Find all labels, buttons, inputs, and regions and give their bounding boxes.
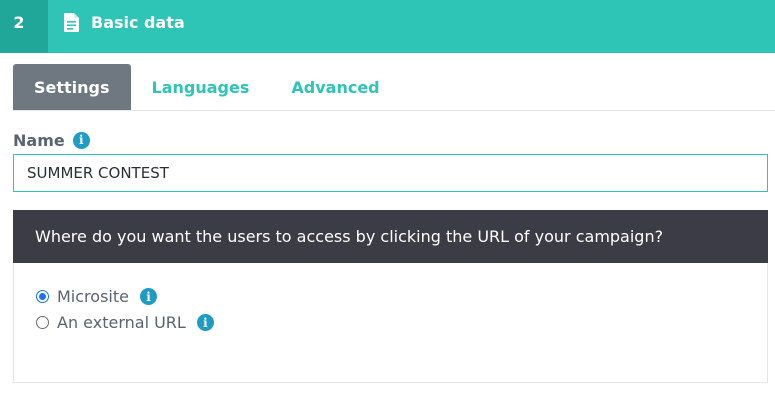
option-microsite[interactable]: Microsite i	[36, 287, 157, 306]
external-url-radio[interactable]	[36, 316, 49, 329]
document-icon	[64, 13, 79, 32]
name-field-label: Name i	[13, 129, 90, 151]
tab-bar: Settings Languages Advanced	[13, 64, 775, 111]
microsite-label: Microsite	[57, 287, 129, 306]
section-title: Basic data	[91, 13, 185, 32]
tab-settings[interactable]: Settings	[13, 64, 131, 110]
info-icon[interactable]: i	[72, 131, 90, 149]
section-header: 2 Basic data	[0, 0, 775, 53]
option-external-url[interactable]: An external URL i	[36, 313, 214, 332]
access-question-text: Where do you want the users to access by…	[35, 227, 664, 246]
step-number: 2	[0, 0, 48, 53]
access-options-panel: Microsite i An external URL i	[13, 263, 768, 383]
info-icon[interactable]: i	[139, 288, 157, 305]
info-icon[interactable]: i	[196, 314, 214, 331]
tab-languages[interactable]: Languages	[131, 64, 271, 110]
external-url-label: An external URL	[57, 313, 186, 332]
access-question-header: Where do you want the users to access by…	[13, 210, 768, 263]
name-input[interactable]	[13, 154, 768, 192]
name-label-text: Name	[13, 130, 65, 150]
microsite-radio[interactable]	[36, 290, 49, 303]
tab-advanced[interactable]: Advanced	[270, 64, 400, 110]
